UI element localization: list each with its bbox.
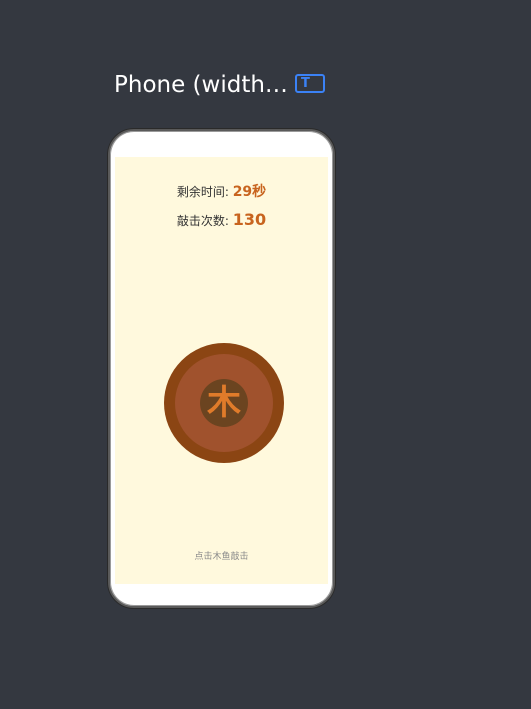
text-mode-icon[interactable]: T [295, 74, 325, 93]
hit-count-value: 130 [232, 210, 267, 229]
time-remaining-label: 剩余时间: [176, 185, 233, 199]
tap-hint: 点击木鱼敲击 [194, 552, 249, 562]
hit-count-label: 敲击次数: [176, 214, 233, 228]
wooden-fish-ring: 木 [175, 354, 273, 452]
phone-frame: 剩余时间: 29秒 敲击次数: 130 木 点击木鱼敲击 [108, 129, 335, 608]
wooden-fish-button[interactable]: 木 [164, 343, 284, 463]
app-screen: 剩余时间: 29秒 敲击次数: 130 木 点击木鱼敲击 [115, 157, 328, 584]
device-title[interactable]: Phone (width… [114, 70, 288, 100]
time-remaining-value: 29秒 [232, 184, 267, 200]
preview-stage: Phone (width… T 剩余时间: 29秒 敲击次数: 130 木 点击… [0, 0, 531, 709]
time-remaining-row: 剩余时间: 29秒 [115, 181, 328, 201]
wooden-fish-icon: 木 [200, 379, 248, 427]
hit-count-row: 敲击次数: 130 [115, 210, 328, 229]
